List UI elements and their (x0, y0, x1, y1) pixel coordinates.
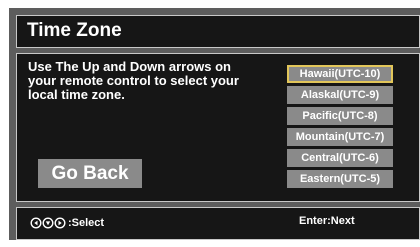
select-label: :Select (68, 217, 105, 229)
zone-option-eastern[interactable]: Eastern(UTC-5) (287, 170, 393, 188)
navigation-arrows-icon (30, 217, 66, 229)
next-hint: Enter:Next (299, 215, 355, 227)
zone-option-alaska[interactable]: Alaskal(UTC-9) (287, 86, 393, 104)
footer-bar: :Select Enter:Next (16, 207, 420, 240)
page-title: Time Zone (27, 20, 122, 41)
time-zone-list: Hawaii(UTC-10) Alaskal(UTC-9) Pacific(UT… (287, 65, 393, 191)
title-bar: Time Zone (16, 15, 420, 48)
select-hint: :Select (30, 217, 104, 229)
zone-option-mountain[interactable]: Mountain(UTC-7) (287, 128, 393, 146)
main-panel: Use The Up and Down arrows on your remot… (16, 53, 420, 202)
zone-option-hawaii[interactable]: Hawaii(UTC-10) (287, 65, 393, 83)
zone-option-pacific[interactable]: Pacific(UTC-8) (287, 107, 393, 125)
zone-option-central[interactable]: Central(UTC-6) (287, 149, 393, 167)
instructions-text: Use The Up and Down arrows on your remot… (28, 59, 239, 102)
go-back-button[interactable]: Go Back (38, 159, 142, 188)
